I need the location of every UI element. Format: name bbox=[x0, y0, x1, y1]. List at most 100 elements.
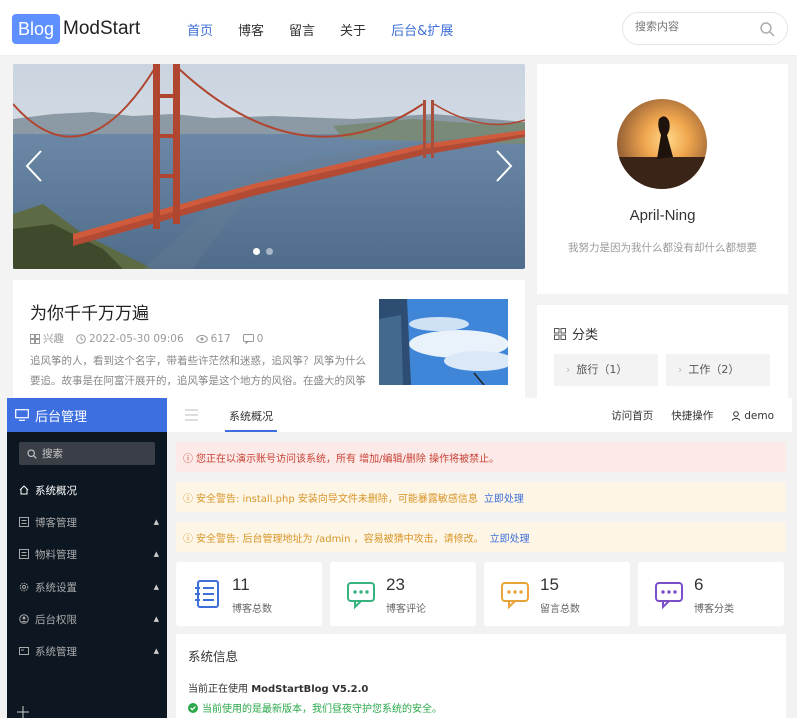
screenshot-composite: Blog ModStart 首页 博客 留言 关于 后台&扩展 搜索内容 为你千… bbox=[0, 0, 797, 718]
alert-install-file: ⓘ 安全警告: install.php 安装向导文件未删除，可能暴露敏感信息 立… bbox=[176, 482, 786, 512]
profile-name: April-Ning bbox=[629, 207, 696, 224]
post-thumbnail[interactable] bbox=[379, 299, 508, 385]
categories-heading: 分类 bbox=[554, 324, 598, 343]
stat-value: 11 bbox=[232, 575, 250, 594]
categories-card: 分类 › 旅行（1） › 工作（2） bbox=[537, 305, 788, 398]
home-icon bbox=[19, 485, 29, 495]
nav-about[interactable]: 关于 bbox=[340, 20, 366, 39]
admin-panel: 后台管理 搜索 系统概况 博客管理 ▲ 物料管理 ▲ 系统设置 ▲ 后台权限 ▲… bbox=[7, 398, 792, 718]
nav-home[interactable]: 首页 bbox=[187, 20, 213, 39]
blog-header: Blog ModStart 首页 博客 留言 关于 后台&扩展 bbox=[0, 0, 797, 56]
search-box bbox=[622, 12, 788, 45]
category-item-work[interactable]: › 工作（2） bbox=[666, 354, 770, 386]
alert-circle-icon: ⓘ bbox=[183, 453, 193, 465]
carousel-dot[interactable] bbox=[266, 248, 273, 255]
golden-gate-bridge-image bbox=[13, 64, 525, 269]
category-item-travel[interactable]: › 旅行（1） bbox=[554, 354, 658, 386]
post-comments-count: 0 bbox=[256, 332, 264, 345]
sidebar-item-system[interactable]: 系统管理 ▲ bbox=[19, 641, 159, 661]
post-category[interactable]: 兴趣 bbox=[30, 331, 64, 346]
nav-blog[interactable]: 博客 bbox=[238, 20, 264, 39]
chevron-right-icon: › bbox=[678, 363, 683, 376]
hero-carousel[interactable] bbox=[13, 64, 525, 269]
stat-label: 博客分类 bbox=[694, 604, 734, 615]
user-menu[interactable]: demo bbox=[731, 410, 774, 422]
admin-main: 系统概况 访问首页 快捷操作 demo ⓘ 您正在以演示账号访问该系统，所有 增… bbox=[167, 398, 792, 718]
sidebar-search-placeholder: 搜索 bbox=[42, 448, 63, 460]
sidebar-item-materials[interactable]: 物料管理 ▲ bbox=[19, 544, 159, 564]
quick-actions-link[interactable]: 快捷操作 bbox=[671, 408, 713, 423]
search-icon bbox=[27, 448, 37, 459]
post-title[interactable]: 为你千千万万遍 bbox=[30, 299, 149, 324]
alert-text: 安全警告: install.php 安装向导文件未删除，可能暴露敏感信息 bbox=[196, 493, 478, 505]
card-icon bbox=[19, 647, 29, 655]
stat-card-categories[interactable]: 6 博客分类 bbox=[638, 562, 784, 626]
sidebar-item-label: 后台权限 bbox=[35, 613, 77, 626]
monitor-icon bbox=[15, 409, 29, 421]
system-info-card: 系统信息 当前正在使用 ModStartBlog V5.2.0 当前使用的是最新… bbox=[176, 634, 786, 718]
profile-bio: 我努力是因为我什么都没有却什么都想要 bbox=[568, 242, 757, 254]
categories-title: 分类 bbox=[572, 328, 599, 343]
category-label: 旅行（1） bbox=[576, 363, 628, 376]
caret-up-icon: ▲ bbox=[153, 583, 159, 591]
post-card[interactable]: 为你千千万万遍 兴趣 2022-05-30 09:06 617 0 追风筝的人，… bbox=[13, 280, 525, 398]
stat-card-comments[interactable]: 23 博客评论 bbox=[330, 562, 476, 626]
sidebar-item-label: 博客管理 bbox=[35, 516, 77, 529]
stat-card-blogs[interactable]: 11 博客总数 bbox=[176, 562, 322, 626]
sidebar-item-blog[interactable]: 博客管理 ▲ bbox=[19, 512, 159, 532]
grid-icon bbox=[554, 327, 566, 340]
tab-active-indicator bbox=[225, 430, 277, 432]
sky-building-image bbox=[379, 299, 508, 385]
carousel-prev-arrow-icon[interactable] bbox=[25, 149, 43, 183]
system-status-text: 当前使用的是最新版本，我们昼夜守护您系统的安全。 bbox=[202, 704, 442, 715]
comment-icon bbox=[242, 333, 254, 344]
post-date: 2022-05-30 09:06 bbox=[76, 333, 184, 345]
grid-icon bbox=[30, 333, 40, 344]
stat-label: 博客评论 bbox=[386, 604, 426, 615]
sidebar-item-overview[interactable]: 系统概况 bbox=[19, 480, 159, 500]
message-icon bbox=[501, 582, 529, 610]
check-circle-icon bbox=[188, 702, 198, 713]
post-category-label: 兴趣 bbox=[43, 333, 64, 345]
admin-sidebar-header[interactable]: 后台管理 bbox=[7, 398, 167, 432]
admin-title: 后台管理 bbox=[35, 409, 88, 425]
list-icon bbox=[19, 549, 29, 559]
tab-overview[interactable]: 系统概况 bbox=[229, 408, 273, 424]
sidebar-item-label: 系统管理 bbox=[35, 645, 77, 658]
category-label: 工作（2） bbox=[688, 363, 740, 376]
sidebar-item-settings[interactable]: 系统设置 ▲ bbox=[19, 577, 159, 597]
stat-card-messages[interactable]: 15 留言总数 bbox=[484, 562, 630, 626]
chevron-right-icon: › bbox=[566, 363, 571, 376]
logo-text: ModStart bbox=[63, 18, 141, 39]
comment-icon bbox=[347, 582, 375, 610]
document-list-icon bbox=[195, 580, 219, 608]
sidebar-search[interactable]: 搜索 bbox=[19, 442, 155, 465]
nav-messages[interactable]: 留言 bbox=[289, 20, 315, 39]
eye-icon bbox=[195, 334, 208, 343]
sidebar-item-permissions[interactable]: 后台权限 ▲ bbox=[19, 609, 159, 629]
avatar[interactable] bbox=[617, 99, 707, 189]
list-icon bbox=[19, 517, 29, 527]
caret-up-icon: ▲ bbox=[153, 647, 159, 655]
visit-home-link[interactable]: 访问首页 bbox=[611, 408, 653, 423]
blog-logo[interactable]: Blog ModStart bbox=[12, 14, 140, 44]
carousel-dot[interactable] bbox=[253, 248, 260, 255]
menu-toggle-icon[interactable] bbox=[185, 409, 198, 421]
search-icon[interactable] bbox=[759, 21, 775, 37]
version-number: ModStartBlog V5.2.0 bbox=[251, 684, 369, 695]
username: demo bbox=[744, 409, 774, 422]
stat-label: 博客总数 bbox=[232, 604, 272, 615]
alert-fix-link[interactable]: 立即处理 bbox=[490, 530, 530, 545]
clock-icon bbox=[76, 333, 86, 344]
chat-icon bbox=[655, 582, 683, 610]
nav-admin-extend[interactable]: 后台&扩展 bbox=[391, 20, 453, 39]
caret-up-icon: ▲ bbox=[153, 550, 159, 558]
alert-text: 安全警告: 后台管理地址为 /admin ，容易被猜中攻击，请修改。 bbox=[196, 533, 484, 545]
stat-value: 23 bbox=[386, 575, 405, 594]
system-info-title: 系统信息 bbox=[188, 649, 239, 664]
search-input[interactable] bbox=[635, 20, 755, 33]
alert-demo-readonly: ⓘ 您正在以演示账号访问该系统，所有 增加/编辑/删除 操作将被禁止。 bbox=[176, 442, 786, 472]
alert-fix-link[interactable]: 立即处理 bbox=[484, 490, 524, 505]
carousel-next-arrow-icon[interactable] bbox=[495, 149, 513, 183]
move-icon[interactable] bbox=[17, 706, 29, 718]
